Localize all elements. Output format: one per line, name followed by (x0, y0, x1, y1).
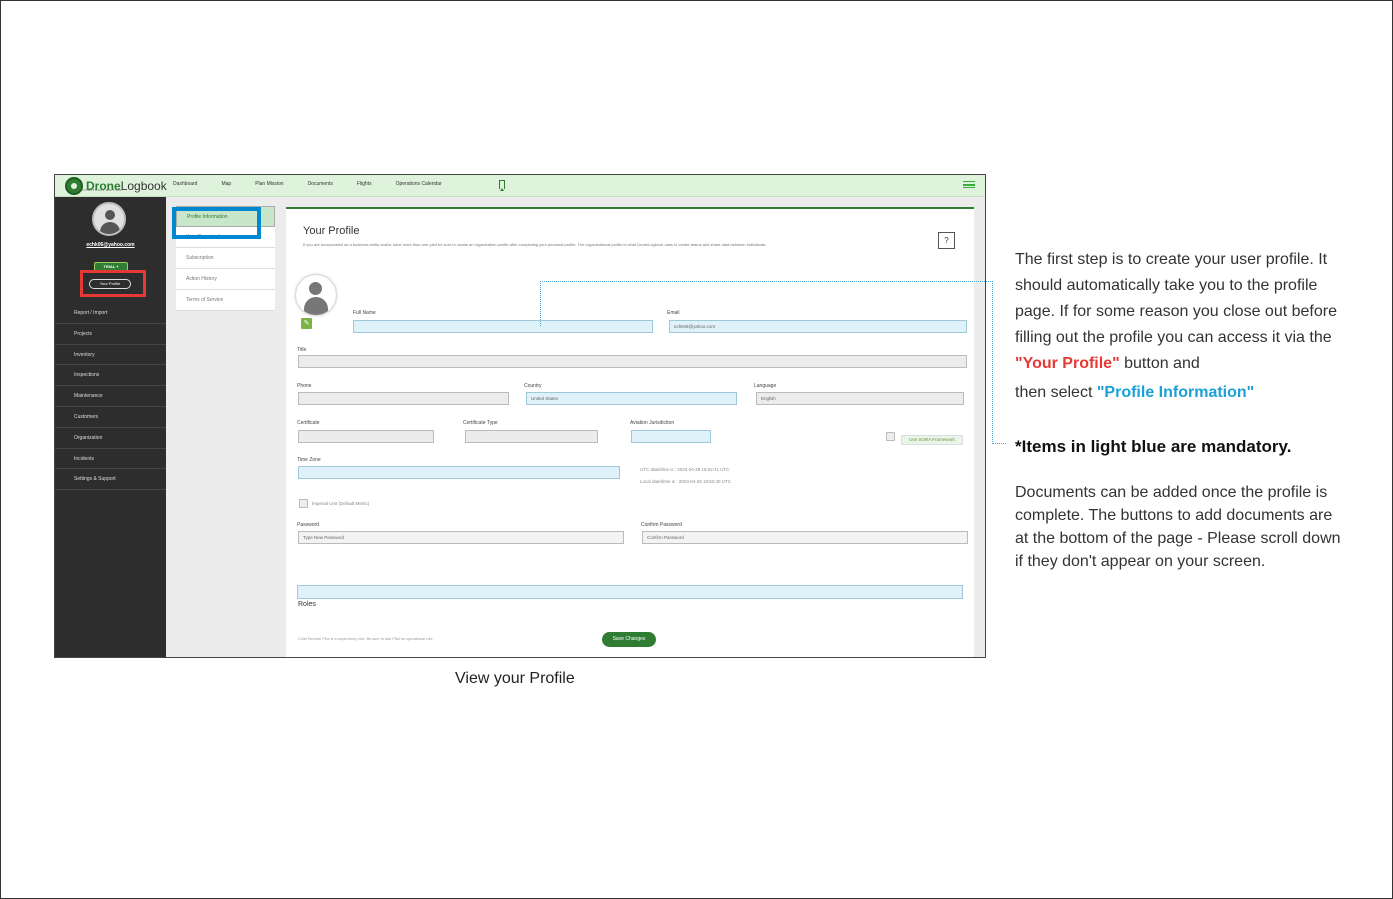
save-changes-button[interactable]: Save Changes (602, 632, 656, 647)
language-label: Language (754, 383, 777, 389)
aviation-jurisdiction-select[interactable] (631, 430, 711, 443)
sidebar-item-customers[interactable]: Customers (55, 407, 166, 428)
phone-field[interactable] (298, 392, 509, 405)
sora-framework-label: Use SORA Framework (901, 435, 963, 445)
aviation-jurisdiction-label: Aviation Jurisdiction (630, 420, 675, 426)
imperial-unit-checkbox[interactable] (299, 499, 308, 508)
full-name-label: Full Name (353, 310, 376, 316)
help-button[interactable]: ? (938, 232, 955, 249)
app-screenshot: DroneLogbook AGRICULTURAL EDITION Dashbo… (54, 174, 986, 658)
annotation-mandatory-note: *Items in light blue are mandatory. (1015, 437, 1292, 456)
password-field[interactable]: Type New Password (298, 531, 624, 544)
annotation-paragraph-1b: then select "Profile Information" (1015, 380, 1345, 406)
logo-brand-light: Logbook (120, 179, 167, 193)
subnav-action-history[interactable]: Action History (176, 269, 275, 290)
page-title: Your Profile (303, 225, 360, 237)
confirm-password-field[interactable]: Confirm Password (642, 531, 968, 544)
email-label: Email (667, 310, 680, 316)
annotation-documents-note: Documents can be added once the profile … (1015, 484, 1341, 570)
language-select[interactable]: English (756, 392, 964, 405)
screenshot-caption: View your Profile (455, 670, 575, 687)
annotation-profile-information: "Profile Information" (1096, 384, 1255, 401)
title-field[interactable] (298, 355, 967, 368)
confirm-password-label: Confirm Password (641, 522, 682, 528)
logo-icon (65, 177, 83, 195)
annotation-text: button and (1124, 355, 1200, 372)
user-email[interactable]: echk06@yahoo.com (55, 242, 166, 248)
nav-links: Dashboard Map Plan Mission Documents Fli… (173, 181, 466, 187)
country-label: Country (524, 383, 542, 389)
user-avatar[interactable] (92, 202, 126, 236)
sidebar-item-settings-support[interactable]: Settings & Support (55, 469, 166, 491)
connector-line (992, 281, 993, 444)
local-time-text: Local date/time is : 2023-04-28 18:52:40… (640, 479, 732, 484)
imperial-unit-label: Imperial Unit (Default Metric) (312, 501, 370, 506)
nav-operations-calendar[interactable]: Operations Calendar (396, 181, 442, 187)
phone-label: Phone (297, 383, 312, 389)
sidebar-item-projects[interactable]: Projects (55, 324, 166, 345)
connector-line (540, 281, 993, 282)
sidebar-menu: Report / Import Projects Inventory Inspe… (55, 303, 166, 491)
annotation-text: The first step is to create your user pr… (1015, 251, 1337, 346)
sidebar-item-organization[interactable]: Organization (55, 428, 166, 449)
annotation-text: then select (1015, 384, 1093, 401)
connector-line (540, 281, 541, 326)
time-zone-select[interactable] (298, 466, 620, 479)
nav-documents[interactable]: Documents (308, 181, 333, 187)
certificate-type-select[interactable] (465, 430, 598, 443)
logo-tagline: AGRICULTURAL EDITION (76, 188, 122, 192)
your-profile-highlight (80, 270, 146, 297)
profile-information-highlight (172, 207, 261, 239)
profile-avatar (296, 275, 336, 315)
nav-flights[interactable]: Flights (357, 181, 372, 187)
sora-checkbox[interactable] (886, 432, 895, 441)
bookmark-icon[interactable] (499, 180, 505, 191)
profile-card: Your Profile If you are incorporated as … (286, 207, 974, 657)
hamburger-menu-icon[interactable] (963, 181, 975, 188)
nav-dashboard[interactable]: Dashboard (173, 181, 197, 187)
sidebar-item-incidents[interactable]: Incidents (55, 449, 166, 470)
email-field[interactable]: echk06@yahoo.com (669, 320, 967, 333)
subnav-terms-of-service[interactable]: Terms of Service (176, 290, 275, 311)
certificate-type-label: Certificate Type (463, 420, 498, 426)
dronelogbook-logo[interactable]: DroneLogbook (65, 177, 167, 195)
subnav-subscription[interactable]: Subscription (176, 248, 275, 269)
roles-title: Roles (298, 601, 316, 608)
sidebar-item-inventory[interactable]: Inventory (55, 345, 166, 366)
time-zone-label: Time Zone (297, 457, 321, 463)
sidebar: echk06@yahoo.com TRIAL + Your Profile Re… (55, 197, 166, 657)
edit-avatar-icon[interactable]: ✎ (301, 318, 312, 329)
sidebar-item-maintenance[interactable]: Maintenance (55, 386, 166, 407)
country-select[interactable]: United States (526, 392, 737, 405)
roles-note: Chief Remote Pilot is a supervisory role… (298, 637, 434, 641)
sidebar-item-inspections[interactable]: Inspections (55, 365, 166, 387)
title-label: Title (297, 347, 307, 353)
nav-map[interactable]: Map (221, 181, 231, 187)
utc-time-text: UTC date/time is : 2023-04-28 18:52:41 U… (640, 467, 730, 472)
roles-select[interactable] (297, 585, 963, 599)
sidebar-item-report-import[interactable]: Report / Import (55, 303, 166, 324)
profile-description: If you are incorporated as a business en… (303, 242, 767, 247)
top-nav: DroneLogbook AGRICULTURAL EDITION Dashbo… (55, 175, 985, 197)
certificate-field[interactable] (298, 430, 434, 443)
certificate-label: Certificate (297, 420, 320, 426)
connector-line (992, 443, 1006, 444)
annotation-your-profile: "Your Profile" (1015, 355, 1120, 372)
full-name-field[interactable] (353, 320, 653, 333)
password-label: Password (297, 522, 319, 528)
nav-plan-mission[interactable]: Plan Mission (255, 181, 283, 187)
annotation-paragraph-1: The first step is to create your user pr… (1015, 247, 1345, 377)
